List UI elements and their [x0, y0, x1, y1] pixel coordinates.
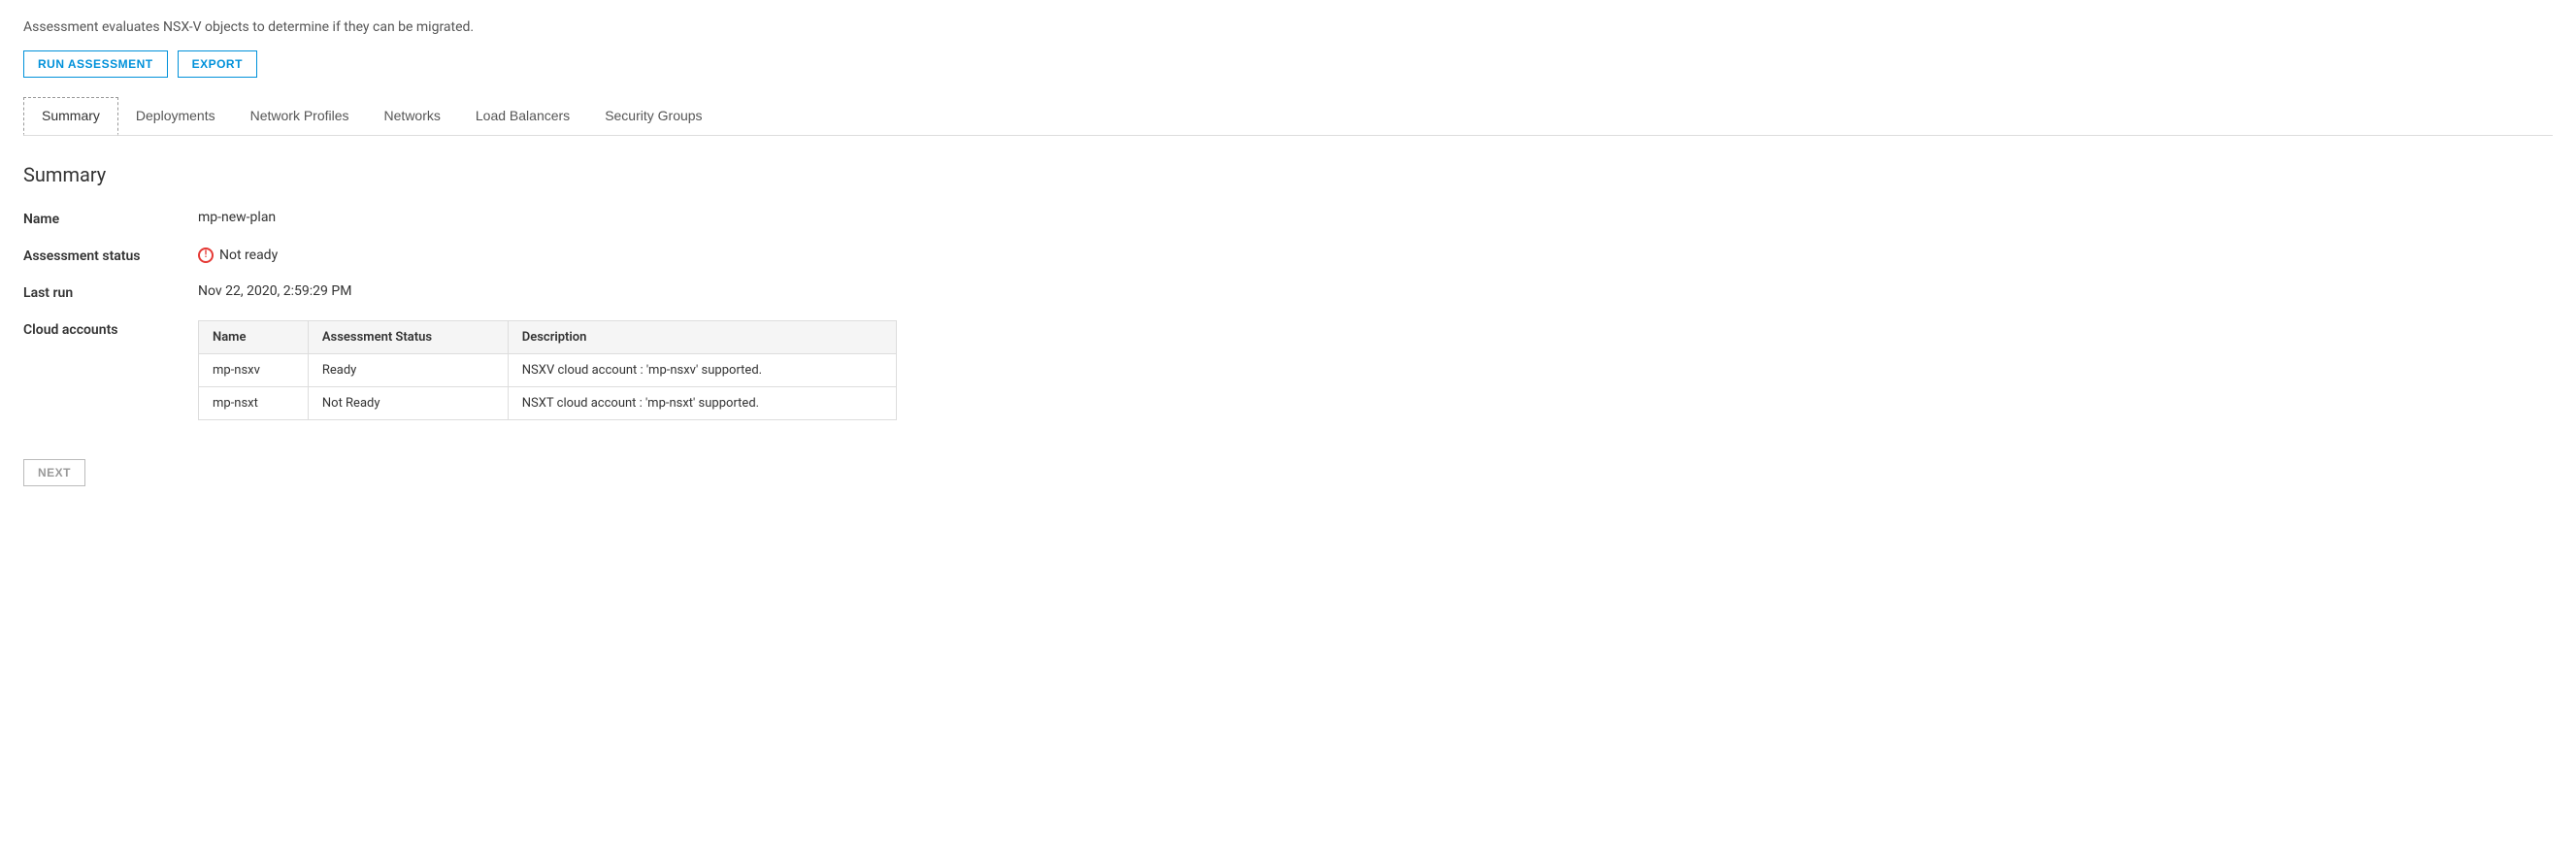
toolbar: RUN ASSESSMENT EXPORT: [23, 50, 2553, 78]
tabs-bar: Summary Deployments Network Profiles Net…: [23, 97, 2553, 136]
cell-assessment-status: Not Ready: [308, 387, 508, 420]
table-row: mp-nsxvReadyNSXV cloud account : 'mp-nsx…: [199, 354, 897, 387]
name-label: Name: [23, 210, 198, 227]
assessment-status-value: Not ready: [198, 247, 897, 264]
assessment-status-text: Not ready: [219, 248, 278, 263]
last-run-label: Last run: [23, 283, 198, 301]
last-run-value: Nov 22, 2020, 2:59:29 PM: [198, 283, 897, 301]
cell-account-name: mp-nsxv: [199, 354, 309, 387]
cell-account-name: mp-nsxt: [199, 387, 309, 420]
tab-deployments[interactable]: Deployments: [118, 97, 233, 136]
cell-assessment-status: Ready: [308, 354, 508, 387]
name-value: mp-new-plan: [198, 210, 897, 227]
next-button[interactable]: NEXT: [23, 459, 85, 486]
col-header-name: Name: [199, 321, 309, 354]
tab-network-profiles[interactable]: Network Profiles: [233, 97, 367, 136]
run-assessment-button[interactable]: RUN ASSESSMENT: [23, 50, 168, 78]
tab-summary[interactable]: Summary: [23, 97, 118, 136]
not-ready-icon: [198, 248, 214, 263]
table-header-row: Name Assessment Status Description: [199, 321, 897, 354]
tab-load-balancers[interactable]: Load Balancers: [458, 97, 587, 136]
footer: NEXT: [23, 459, 2553, 486]
table-row: mp-nsxtNot ReadyNSXT cloud account : 'mp…: [199, 387, 897, 420]
cloud-accounts-table-container: Name Assessment Status Description mp-ns…: [198, 320, 897, 420]
export-button[interactable]: EXPORT: [178, 50, 257, 78]
summary-title: Summary: [23, 163, 2553, 186]
tab-networks[interactable]: Networks: [367, 97, 458, 136]
cloud-accounts-label: Cloud accounts: [23, 320, 198, 420]
cell-description: NSXV cloud account : 'mp-nsxv' supported…: [508, 354, 896, 387]
assessment-status-label: Assessment status: [23, 247, 198, 264]
col-header-description: Description: [508, 321, 896, 354]
cloud-accounts-table: Name Assessment Status Description mp-ns…: [198, 320, 897, 420]
tab-security-groups[interactable]: Security Groups: [587, 97, 719, 136]
info-grid: Name mp-new-plan Assessment status Not r…: [23, 210, 897, 420]
description-text: Assessment evaluates NSX-V objects to de…: [23, 19, 2553, 35]
col-header-assessment-status: Assessment Status: [308, 321, 508, 354]
cell-description: NSXT cloud account : 'mp-nsxt' supported…: [508, 387, 896, 420]
summary-section: Summary Name mp-new-plan Assessment stat…: [23, 163, 2553, 420]
